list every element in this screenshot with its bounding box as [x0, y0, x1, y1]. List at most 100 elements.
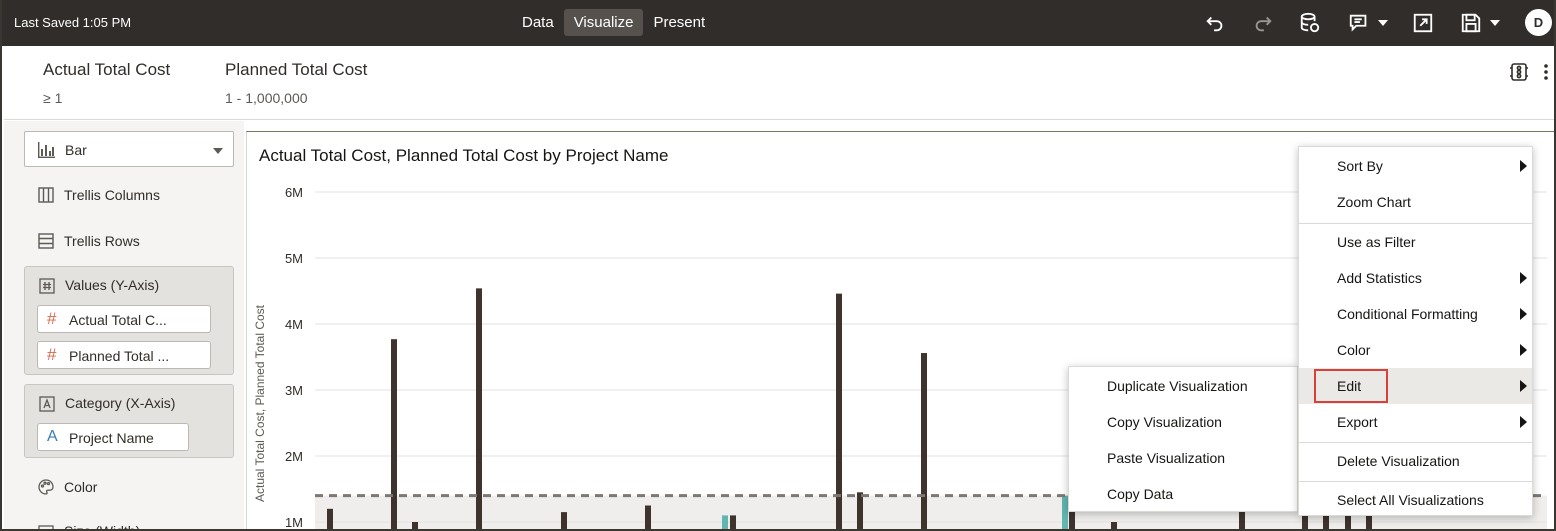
menu-item-label: Select All Visualizations: [1337, 492, 1484, 508]
palette-icon: [38, 479, 54, 495]
menu-item-select-all-visualizations[interactable]: Select All Visualizations: [1299, 482, 1532, 518]
filter-value: ≥ 1: [43, 90, 63, 106]
filter-name: Actual Total Cost: [43, 60, 171, 79]
bar-chart-icon: [37, 142, 55, 158]
filter-bar: Actual Total Cost ≥ 1 Planned Total Cost…: [4, 46, 1554, 120]
menu-item-label: Copy Data: [1107, 486, 1174, 502]
menu-item-label: Paste Visualization: [1107, 450, 1226, 466]
value-pill-label: Planned Total ...: [69, 348, 170, 364]
value-pill-actual-total-cost[interactable]: # Actual Total C...: [37, 305, 211, 333]
save-menu-chevron-down-icon[interactable]: [1484, 12, 1500, 34]
menu-item-label: Add Statistics: [1337, 270, 1422, 286]
undo-icon[interactable]: [1204, 12, 1226, 34]
size-drop[interactable]: Size (Width): [38, 523, 188, 531]
measure-hash-icon: #: [47, 345, 57, 364]
y-tick-label: 5M: [285, 251, 303, 266]
app-window: Last Saved 1:05 PM Data Visualize Presen…: [0, 0, 1556, 531]
y-tick-label: 1M: [285, 515, 303, 530]
menu-item-label: Color: [1337, 342, 1371, 358]
menu-item-duplicate-visualization[interactable]: Duplicate Visualization: [1069, 368, 1297, 404]
menu-item-sort-by[interactable]: Sort By: [1299, 148, 1532, 184]
trellis-rows-icon: [38, 233, 54, 249]
last-saved-status: Last Saved 1:05 PM: [14, 15, 132, 30]
menu-item-label: Duplicate Visualization: [1107, 378, 1248, 394]
menu-item-copy-data[interactable]: Copy Data: [1069, 476, 1297, 512]
menu-item-label: Export: [1337, 414, 1378, 430]
filter-planned-total-cost[interactable]: Planned Total Cost 1 - 1,000,000: [225, 60, 367, 106]
bar-actual-total-cost[interactable]: [561, 512, 567, 531]
y-tick-label: 4M: [285, 317, 303, 332]
bar-actual-total-cost[interactable]: [412, 522, 418, 531]
menu-item-paste-visualization[interactable]: Paste Visualization: [1069, 440, 1297, 476]
bar-actual-total-cost[interactable]: [1069, 508, 1075, 531]
comment-icon[interactable]: [1348, 12, 1370, 34]
grammar-panel: Bar Trellis Columns Trellis Rows Values …: [4, 121, 244, 531]
tab-data[interactable]: Data: [512, 9, 564, 36]
bar-actual-total-cost[interactable]: [1111, 522, 1117, 531]
user-avatar[interactable]: D: [1525, 9, 1552, 36]
bar-actual-total-cost[interactable]: [391, 339, 397, 531]
trellis-rows-label: Trellis Rows: [64, 233, 140, 249]
y-tick-label: 6M: [285, 185, 303, 200]
attribute-box-icon: [39, 396, 55, 412]
attribute-a-icon: A: [47, 428, 58, 445]
measure-hash-icon: #: [47, 309, 57, 328]
chart-type-select[interactable]: Bar: [24, 131, 234, 167]
more-options-icon[interactable]: [1542, 62, 1550, 82]
bar-actual-total-cost[interactable]: [857, 492, 863, 531]
menu-item-label: Copy Visualization: [1107, 414, 1222, 430]
filter-value: 1 - 1,000,000: [225, 90, 308, 106]
mode-tabs: Data Visualize Present: [512, 9, 715, 36]
filter-name: Planned Total Cost: [225, 60, 368, 79]
menu-item-add-statistics[interactable]: Add Statistics: [1299, 260, 1532, 296]
menu-item-edit[interactable]: Edit: [1299, 368, 1532, 404]
menu-item-label: Use as Filter: [1337, 234, 1416, 250]
menu-item-label: Edit: [1337, 378, 1362, 394]
value-pill-label: Actual Total C...: [69, 312, 167, 328]
size-icon: [38, 523, 54, 529]
bar-actual-total-cost[interactable]: [645, 505, 651, 531]
filter-actual-total-cost[interactable]: Actual Total Cost ≥ 1: [43, 60, 170, 106]
filter-controls-icon[interactable]: [1509, 62, 1529, 82]
y-tick-label: 3M: [285, 383, 303, 398]
category-x-axis-title: Category (X-Axis): [65, 395, 176, 411]
menu-item-label: Conditional Formatting: [1337, 306, 1478, 322]
submenu-arrow-icon: [1520, 380, 1527, 392]
menu-item-label: Zoom Chart: [1337, 194, 1411, 210]
save-icon[interactable]: [1460, 12, 1482, 34]
menu-item-color[interactable]: Color: [1299, 332, 1532, 368]
menu-item-copy-visualization[interactable]: Copy Visualization: [1069, 404, 1297, 440]
value-pill-planned-total-cost[interactable]: # Planned Total ...: [37, 341, 211, 369]
top-bar: Last Saved 1:05 PM Data Visualize Presen…: [2, 0, 1554, 46]
bar-actual-total-cost[interactable]: [730, 515, 736, 531]
menu-item-use-as-filter[interactable]: Use as Filter: [1299, 224, 1532, 260]
bar-actual-total-cost[interactable]: [1239, 508, 1245, 531]
tab-visualize[interactable]: Visualize: [563, 9, 644, 36]
bar-actual-total-cost[interactable]: [921, 353, 927, 531]
submenu-arrow-icon: [1520, 416, 1527, 428]
tab-present[interactable]: Present: [643, 9, 715, 36]
menu-item-conditional-formatting[interactable]: Conditional Formatting: [1299, 296, 1532, 332]
comment-menu-chevron-down-icon[interactable]: [1372, 12, 1388, 34]
hash-box-icon: [39, 278, 55, 294]
color-label: Color: [64, 479, 98, 495]
menu-item-export[interactable]: Export: [1299, 404, 1532, 440]
edit-submenu: Duplicate Visualization Copy Visualizati…: [1068, 366, 1298, 512]
chevron-down-icon: [213, 148, 223, 154]
menu-item-delete-visualization[interactable]: Delete Visualization: [1299, 443, 1532, 479]
bar-planned-total-cost[interactable]: [722, 515, 728, 531]
menu-item-label: Sort By: [1337, 158, 1383, 174]
redo-icon[interactable]: [1252, 12, 1274, 34]
values-y-axis-section[interactable]: Values (Y-Axis) # Actual Total C... # Pl…: [24, 266, 234, 375]
size-label: Size (Width): [64, 523, 141, 531]
category-pill-project-name[interactable]: A Project Name: [37, 423, 189, 451]
menu-item-zoom-chart[interactable]: Zoom Chart: [1299, 184, 1532, 220]
bar-actual-total-cost[interactable]: [327, 508, 333, 531]
trellis-columns-icon: [38, 187, 54, 203]
category-pill-label: Project Name: [69, 430, 154, 446]
expand-icon[interactable]: [1412, 12, 1434, 34]
visualization-context-menu: Sort By Zoom Chart Use as Filter Add Sta…: [1298, 146, 1533, 516]
category-x-axis-section[interactable]: Category (X-Axis) A Project Name: [24, 384, 234, 458]
y-tick-label: 2M: [285, 449, 303, 464]
data-refresh-icon[interactable]: [1299, 12, 1321, 34]
